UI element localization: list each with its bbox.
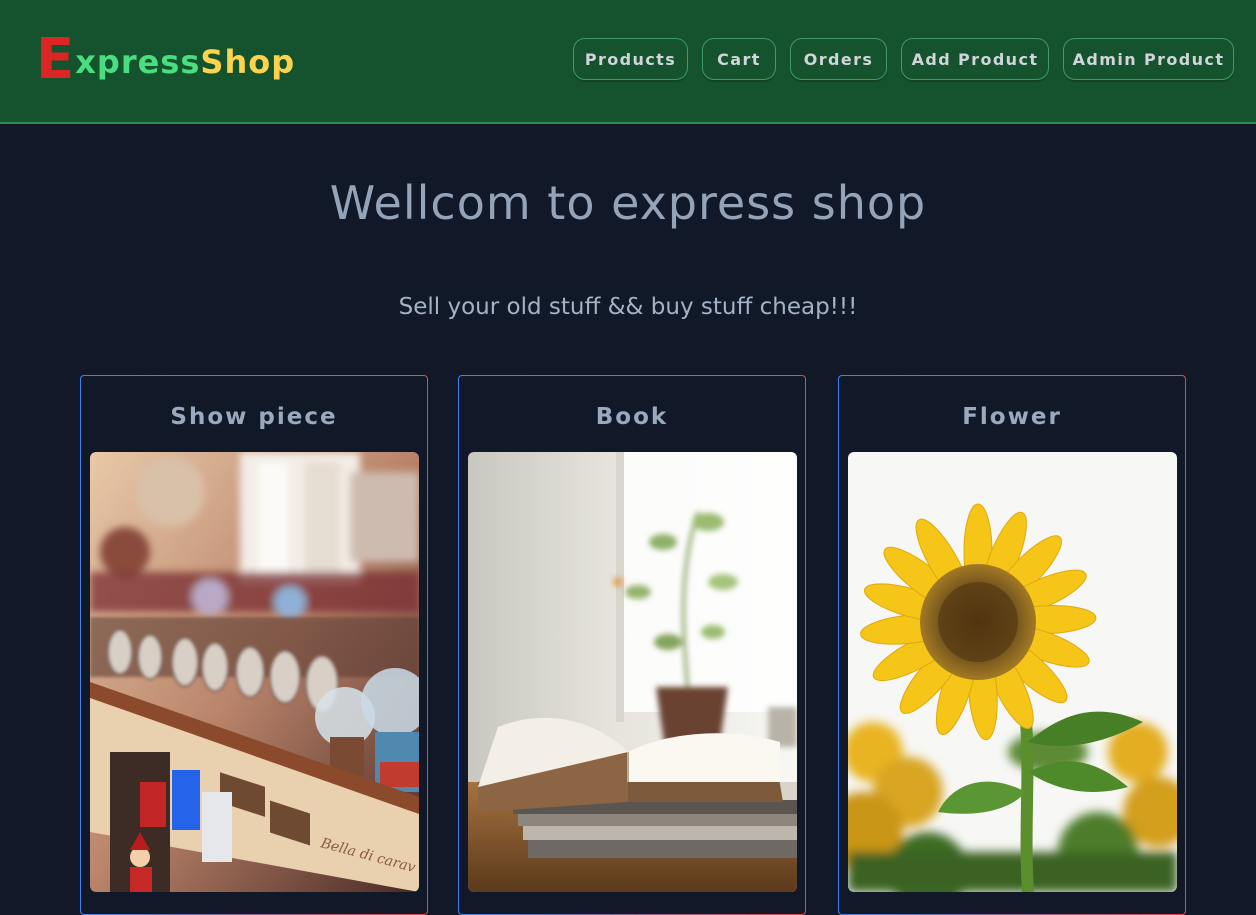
navbar: Express Shop Products Cart Orders Add Pro… <box>0 0 1256 124</box>
category-title: Show piece <box>170 404 338 430</box>
category-card-show-piece[interactable]: Show piece Bella di carav <box>80 375 428 915</box>
sunflower-photo[interactable] <box>848 452 1177 892</box>
nav-admin-product-button[interactable]: Admin Product <box>1063 38 1234 80</box>
souvenir-shelf-photo[interactable]: Bella di carav <box>90 452 419 892</box>
nav-add-product-button[interactable]: Add Product <box>901 38 1049 80</box>
logo-text-xpress: xpress <box>75 43 201 81</box>
page-subtitle: Sell your old stuff && buy stuff cheap!!… <box>398 294 858 320</box>
category-title: Flower <box>962 404 1062 430</box>
page-title: Wellcom to express shop <box>329 176 927 230</box>
logo-letter-e: E <box>36 27 76 92</box>
open-book-photo[interactable] <box>468 452 797 892</box>
category-card-flower[interactable]: Flower <box>838 375 1186 915</box>
nav-orders-button[interactable]: Orders <box>790 38 887 80</box>
category-title: Book <box>595 404 669 430</box>
nav-cart-button[interactable]: Cart <box>702 38 776 80</box>
category-card-book[interactable]: Book <box>458 375 806 915</box>
nav-products-button[interactable]: Products <box>573 38 688 80</box>
logo-text-shop: Shop <box>200 43 296 81</box>
logo[interactable]: Express Shop <box>36 27 296 92</box>
